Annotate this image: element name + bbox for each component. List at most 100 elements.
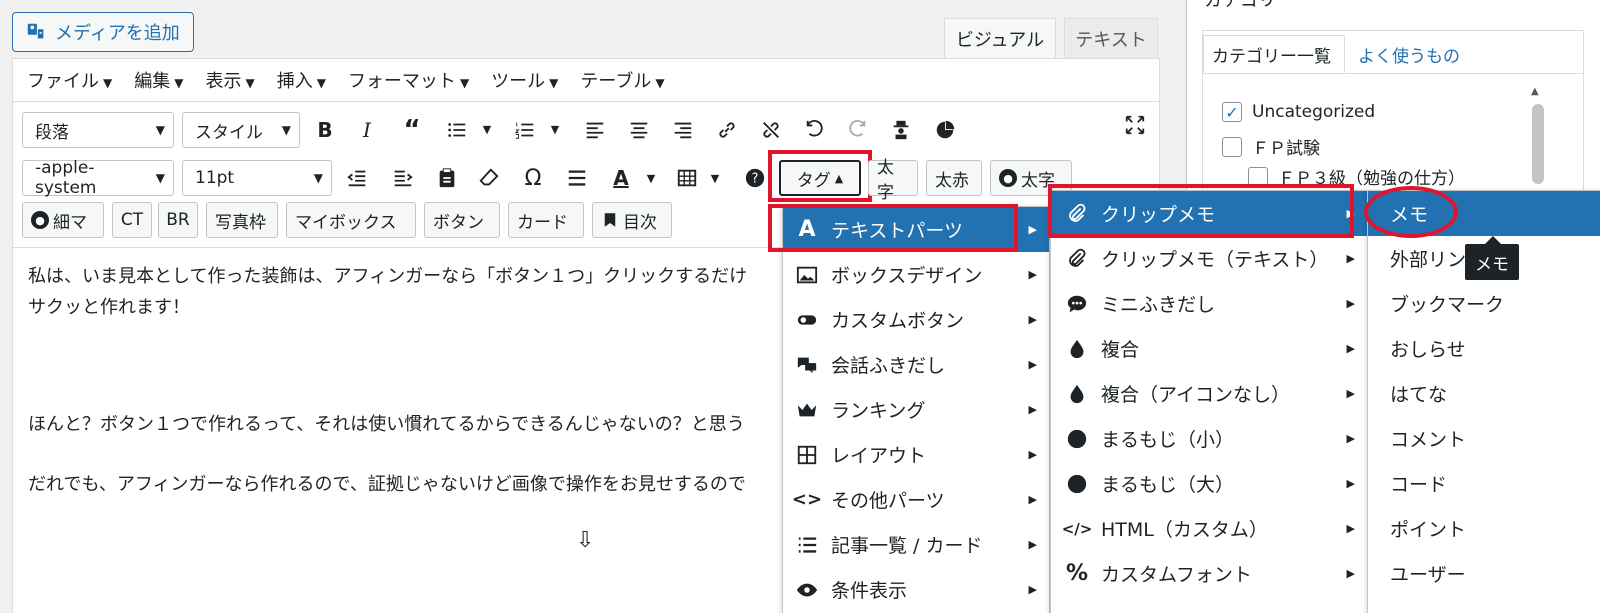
menu-item-mini-bubble[interactable]: ミニふきだし ▶ [1051,281,1367,326]
checkbox-checked[interactable]: ✓ [1222,102,1242,122]
link-icon[interactable] [712,115,742,145]
quick-toc-button[interactable]: 目次 [592,202,672,238]
indent-icon[interactable] [388,163,418,193]
menu-view[interactable]: 表示 ▼ [205,67,254,93]
user-icon: ● [999,169,1017,187]
table-dropdown-icon[interactable]: ▼ [708,172,722,185]
horizontal-rule-icon[interactable] [562,163,592,193]
bold-icon[interactable]: B [310,115,340,145]
paragraph-select[interactable]: 段落 ▼ [22,112,174,148]
font-family-select[interactable]: -apple-system ▼ [22,158,174,198]
redo-icon[interactable] [842,115,872,145]
quick-button-button[interactable]: ボタン [424,202,500,238]
add-media-button[interactable]: メディアを追加 [12,12,194,52]
blockquote-icon[interactable]: “ [397,115,427,145]
numbered-list-dropdown-icon[interactable]: ▼ [548,123,562,136]
category-item-uncategorized[interactable]: ✓ Uncategorized [1222,102,1375,122]
eye-icon [795,578,819,602]
align-right-icon[interactable] [668,115,698,145]
speech-bubble-icon [1065,292,1089,316]
menu-item-bookmark[interactable]: ブックマーク [1368,281,1600,326]
omega-icon[interactable]: Ω [518,163,548,193]
highlight-tag-button [768,150,872,202]
italic-icon[interactable]: I [352,115,382,145]
menu-item-other-parts[interactable]: <> その他パーツ ▶ [783,477,1049,522]
unlink-icon[interactable] [756,115,786,145]
menu-item-ranking[interactable]: ランキング ▶ [783,387,1049,432]
pie-chart-icon[interactable] [930,115,960,145]
menu-item-chat-bubble[interactable]: 会話ふきだし ▶ [783,342,1049,387]
text-color-icon[interactable]: A [606,163,636,193]
quick-br-button[interactable]: BR [158,202,198,238]
tab-text[interactable]: テキスト [1064,18,1158,58]
menu-file[interactable]: ファイル ▼ [27,67,112,93]
quick-thin-marker-button[interactable]: ● 細マ [22,202,104,238]
menu-table[interactable]: テーブル ▼ [580,67,664,93]
quick-photo-frame-button[interactable]: 写真枠 [206,202,278,238]
menu-edit[interactable]: 編集 ▼ [134,67,183,93]
menu-item-layout[interactable]: レイアウト ▶ [783,432,1049,477]
grid-icon [795,443,819,467]
memo-tooltip: メモ [1465,236,1519,280]
highlight-clip-memo [1048,184,1354,238]
user-icon: ● [31,211,49,229]
menu-item-marumoji-large[interactable]: まるもじ（大） ▶ [1051,461,1367,506]
font-size-select[interactable]: 11pt ▼ [182,160,332,196]
menu-item-comment[interactable]: コメント [1368,416,1600,461]
content-line-2: サクッと作れます！ [28,297,190,318]
menu-item-box-design[interactable]: ボックスデザイン ▶ [783,252,1049,297]
paste-icon[interactable] [432,163,462,193]
menu-item-code[interactable]: コード [1368,461,1600,506]
media-icon [27,23,44,39]
editor-menubar: ファイル ▼ 編集 ▼ 表示 ▼ 挿入 ▼ フォーマット ▼ ツール ▼ テーブル ▼ [12,58,1160,102]
menu-item-article-list[interactable]: 記事一覧 / カード ▶ [783,522,1049,567]
category-tab-divider [1203,73,1583,74]
bookmark-icon [604,213,616,227]
menu-item-composite[interactable]: 複合 ▶ [1051,326,1367,371]
menu-item-question[interactable]: はてな [1368,371,1600,416]
menu-item-user[interactable]: ユーザー [1368,551,1600,596]
category-item-fp[interactable]: ＦＰ試験 [1222,134,1320,159]
bullet-list-dropdown-icon[interactable]: ▼ [480,123,494,136]
fullscreen-icon[interactable] [1120,110,1150,140]
scroll-up-icon[interactable]: ▲ [1531,86,1539,97]
align-left-icon[interactable] [580,115,610,145]
tab-category-list[interactable]: カテゴリー一覧 [1203,35,1345,73]
menu-item-composite-no-icon[interactable]: 複合（アイコンなし） ▶ [1051,371,1367,416]
tab-visual[interactable]: ビジュアル [944,18,1056,58]
menu-tools[interactable]: ツール ▼ [491,67,558,93]
help-icon[interactable]: ? [740,163,770,193]
numbered-list-icon[interactable] [510,115,540,145]
table-icon[interactable] [672,163,702,193]
text-parts-submenu: クリップメモ ▶ クリップメモ（テキスト） ▶ ミニふきだし ▶ 複合 ▶ 複合（アイコ… [1050,190,1368,613]
menu-item-point[interactable]: ポイント [1368,506,1600,551]
menu-item-notice[interactable]: おしらせ [1368,326,1600,371]
menu-item-clip-memo-text[interactable]: クリップメモ（テキスト） ▶ [1051,236,1367,281]
text-color-dropdown-icon[interactable]: ▼ [644,172,658,185]
menu-item-marumoji-small[interactable]: まるもじ（小） ▶ [1051,416,1367,461]
content-line-3: ほんと？ボタン１つで作れるって、それは使い慣れてるからできるんじゃないの？と思う [28,414,745,435]
checkbox[interactable] [1222,136,1242,157]
category-scrollbar[interactable] [1532,104,1544,184]
quick-mybox-button[interactable]: マイボックス [286,202,416,238]
eraser-icon[interactable] [474,163,504,193]
quick-ct-button[interactable]: CT [112,202,152,238]
circle-icon [1065,472,1089,496]
style-select[interactable]: スタイル ▼ [182,112,300,148]
drop-icon [1065,337,1089,361]
quick-bold-red-button[interactable]: 太赤 [926,160,982,196]
menu-item-html-custom[interactable]: </> HTML（カスタム） ▶ [1051,506,1367,551]
character-icon[interactable] [886,115,916,145]
quick-card-button[interactable]: カード [508,202,584,238]
tab-most-used[interactable]: よく使うもの [1350,35,1468,73]
menu-item-conditional-display[interactable]: 条件表示 ▶ [783,567,1049,612]
undo-icon[interactable] [800,115,830,145]
outdent-icon[interactable] [342,163,372,193]
menu-item-custom-font[interactable]: % カスタムフォント ▶ [1051,551,1367,596]
align-center-icon[interactable] [624,115,654,145]
quick-bold-button[interactable]: 太字 [868,158,918,203]
menu-format[interactable]: フォーマット ▼ [348,67,469,93]
menu-item-custom-button[interactable]: カスタムボタン ▶ [783,297,1049,342]
bullet-list-icon[interactable] [442,115,472,145]
menu-insert[interactable]: 挿入 ▼ [277,67,326,93]
